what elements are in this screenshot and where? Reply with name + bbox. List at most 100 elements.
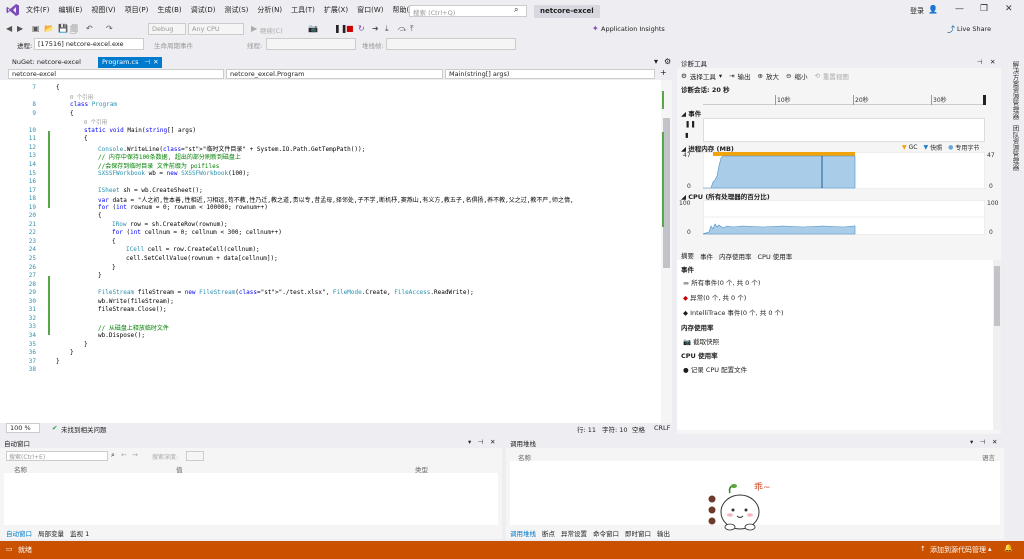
- code-line[interactable]: {: [112, 238, 116, 245]
- dropdown-icon[interactable]: ▾: [970, 438, 973, 446]
- menu-item[interactable]: 文件(F): [26, 5, 50, 15]
- close-button[interactable]: ✕: [1005, 4, 1013, 14]
- save-icon[interactable]: 💾: [58, 24, 68, 33]
- dropdown-icon[interactable]: ▾: [468, 438, 471, 446]
- pin-icon[interactable]: ⊣: [980, 438, 986, 446]
- menu-item[interactable]: 工具(T): [291, 5, 315, 15]
- code-line[interactable]: SXSSFWorkbook wb = new SXSSFWorkbook(100…: [98, 170, 250, 177]
- menu-item[interactable]: 视图(V): [91, 5, 115, 15]
- tab-program[interactable]: Program.cs ⊣ ✕: [98, 57, 162, 68]
- code-line[interactable]: IRow row = sh.CreateRow(rownum);: [112, 221, 228, 228]
- output-icon[interactable]: ⇥: [729, 72, 734, 80]
- events-track[interactable]: [703, 118, 985, 142]
- code-line[interactable]: {: [70, 110, 74, 117]
- reset-view-icon[interactable]: ⟲: [814, 72, 819, 80]
- zoom-out-icon[interactable]: ⊖: [786, 72, 791, 80]
- zoom-select[interactable]: 100 %: [6, 423, 40, 433]
- diag-scroll-thumb[interactable]: [994, 266, 1000, 326]
- tab-locals[interactable]: 局部变量: [38, 528, 64, 538]
- stack-frame-select[interactable]: [386, 38, 516, 50]
- forward-icon[interactable]: ▶: [17, 24, 23, 33]
- code-line[interactable]: {: [84, 135, 88, 142]
- tab-breakpoints[interactable]: 断点: [542, 528, 555, 538]
- search-icon[interactable]: ⌕: [111, 451, 115, 460]
- solution-explorer-tab[interactable]: 解决方案资源管理器: [1010, 61, 1020, 120]
- new-project-icon[interactable]: ▣: [32, 24, 40, 33]
- take-snapshot-row[interactable]: 📷 截取快照: [683, 336, 719, 346]
- code-line[interactable]: }: [56, 358, 60, 365]
- redo-icon[interactable]: ↷: [106, 24, 113, 33]
- code-line[interactable]: }: [70, 349, 74, 356]
- live-share-button[interactable]: Live Share: [957, 25, 991, 33]
- split-icon[interactable]: +: [660, 68, 667, 77]
- zoom-in-icon[interactable]: ⊕: [758, 72, 763, 80]
- up-arrow-icon[interactable]: ↑: [920, 545, 926, 553]
- close-icon[interactable]: ✕: [990, 58, 995, 66]
- codelens-reference[interactable]: 0 个引用: [70, 93, 93, 101]
- lifecycle-events-button[interactable]: 生命周期事件: [154, 40, 193, 50]
- reset-view-button[interactable]: 重置视图: [823, 71, 849, 81]
- select-tools-button[interactable]: 选择工具: [690, 71, 716, 81]
- tab-cpu[interactable]: CPU 使用率: [758, 251, 793, 261]
- save-all-icon[interactable]: 🗐: [70, 24, 78, 38]
- cpu-chart[interactable]: [703, 200, 985, 235]
- code-line[interactable]: fileStream.Close();: [98, 306, 167, 313]
- close-tab-icon[interactable]: ✕: [153, 58, 158, 66]
- pause-icon[interactable]: ❚❚: [685, 120, 696, 128]
- minimize-button[interactable]: —: [955, 4, 964, 14]
- vertical-scrollbar[interactable]: [661, 80, 672, 423]
- tab-callstack[interactable]: 调用堆栈: [510, 528, 536, 538]
- code-line[interactable]: }: [98, 272, 102, 279]
- tab-watch[interactable]: 监视 1: [70, 528, 89, 538]
- notification-icon[interactable]: 🔔: [1004, 544, 1013, 552]
- step-out-icon[interactable]: ⤒: [410, 24, 414, 34]
- back-icon[interactable]: ◀: [6, 24, 12, 33]
- config-select[interactable]: Debug: [148, 23, 186, 35]
- class-select[interactable]: netcore_excel.Program: [226, 69, 443, 79]
- continue-button[interactable]: 继续(C): [260, 25, 283, 35]
- menu-item[interactable]: 窗口(W): [357, 5, 383, 15]
- code-line[interactable]: FileStream fileStream = new FileStream(c…: [98, 289, 474, 296]
- search-next-icon[interactable]: →: [132, 451, 138, 459]
- whitespace-mode[interactable]: 空格: [632, 424, 645, 434]
- dropdown-icon[interactable]: ▾: [719, 72, 722, 80]
- pin-icon[interactable]: ⊣: [977, 58, 983, 66]
- app-insights-button[interactable]: Application Insights: [601, 25, 665, 33]
- tab-memory[interactable]: 内存使用率: [719, 251, 752, 261]
- step-into-icon[interactable]: ⤓: [385, 24, 389, 34]
- intellitrace-row[interactable]: ◆ IntelliTrace 事件(0 个, 共 0 个): [683, 307, 784, 317]
- eol-mode[interactable]: CRLF: [654, 424, 670, 432]
- menu-item[interactable]: 分析(N): [257, 5, 282, 15]
- exceptions-row[interactable]: ◆ 异常(0 个, 共 0 个): [683, 292, 746, 302]
- code-line[interactable]: wb.Write(fileStream);: [98, 298, 174, 305]
- code-line[interactable]: ISheet sh = wb.CreateSheet();: [98, 187, 203, 194]
- record-cpu-row[interactable]: ● 记录 CPU 配置文件: [683, 364, 747, 374]
- tab-events[interactable]: 事件: [700, 251, 713, 261]
- code-editor[interactable]: 7 8 9 10 11 12 13 14 15 16 17 18 19 20 21 22 23 24 25 26 27 2…: [0, 80, 672, 423]
- code-line[interactable]: }: [84, 341, 88, 348]
- search-prev-icon[interactable]: ←: [121, 451, 127, 459]
- menu-item[interactable]: 编辑(E): [59, 5, 83, 15]
- autos-grid[interactable]: [4, 473, 498, 525]
- all-events-row[interactable]: ▬ 所有事件(0 个, 共 0 个): [683, 277, 760, 287]
- source-control-button[interactable]: 添加到源代码管理: [930, 545, 986, 555]
- code-line[interactable]: static void Main(string[] args): [84, 127, 196, 134]
- camera-icon[interactable]: 📷: [308, 24, 318, 33]
- step-over-icon[interactable]: ⤼: [398, 24, 407, 34]
- code-line[interactable]: class Program: [70, 101, 117, 108]
- process-select[interactable]: [17516] netcore-excel.exe: [34, 38, 144, 50]
- tab-command-window[interactable]: 命令窗口: [593, 528, 619, 538]
- stop-icon[interactable]: ■: [346, 24, 354, 33]
- tab-exception-settings[interactable]: 异常设置: [561, 528, 587, 538]
- code-line[interactable]: wb.Dispose();: [98, 332, 145, 339]
- undo-icon[interactable]: ↶: [86, 24, 93, 33]
- code-line[interactable]: for (int rownum = 0; rownum < 100000; ro…: [98, 204, 268, 211]
- diag-scrollbar[interactable]: [993, 260, 1001, 430]
- maximize-button[interactable]: ❐: [980, 4, 988, 14]
- close-icon[interactable]: ✕: [992, 438, 997, 446]
- code-line[interactable]: }: [112, 264, 116, 271]
- continue-icon[interactable]: ▶: [251, 24, 257, 33]
- tab-nuget[interactable]: NuGet: netcore-excel: [8, 57, 85, 68]
- code-line[interactable]: cell.SetCellValue(rownum + data[cellnum]…: [126, 255, 278, 262]
- menu-item[interactable]: 调试(D): [191, 5, 216, 15]
